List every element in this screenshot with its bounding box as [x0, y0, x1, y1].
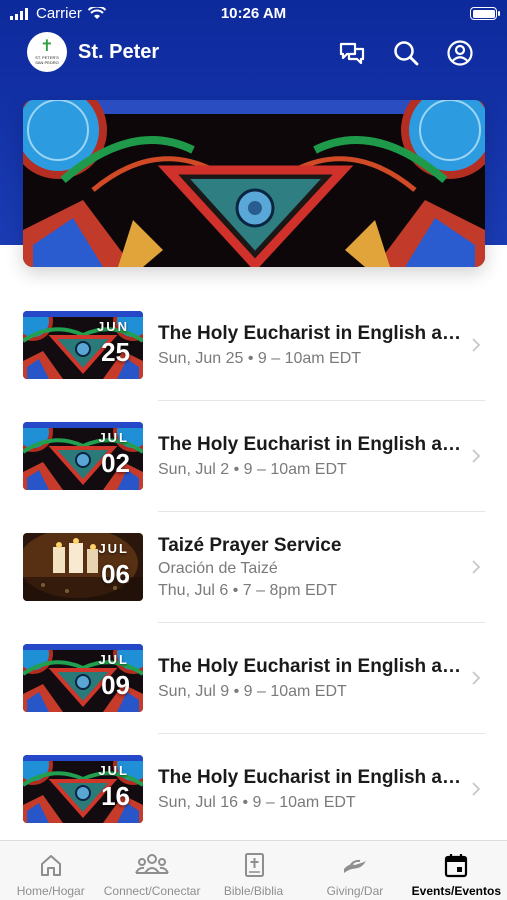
tab-giving[interactable]: Giving/Dar — [304, 841, 405, 900]
event-title: Taizé Prayer Service — [158, 535, 342, 556]
chat-bubbles-icon[interactable] — [337, 38, 367, 68]
home-icon — [40, 855, 61, 876]
profile-icon[interactable] — [445, 38, 475, 68]
event-title: The Holy Eucharist in English and Spanis… — [158, 323, 467, 344]
event-month: JUL — [98, 763, 129, 778]
event-text: The Holy Eucharist in English and Spanis… — [158, 623, 467, 734]
event-text: The Holy Eucharist in English and Spanis… — [158, 290, 467, 401]
event-row[interactable]: JUL 16 The Holy Eucharist in English and… — [0, 734, 507, 845]
app-title: St. Peter — [78, 41, 160, 63]
status-bar: Carrier 10:26 AM — [0, 0, 507, 28]
app-header: ✝ ST. PETER'S SAN PEDRO St. Peter — [0, 30, 507, 76]
status-time: 10:26 AM — [220, 5, 287, 22]
event-subtitle: Oración de Taizé — [158, 560, 278, 577]
chevron-right-icon — [472, 782, 481, 796]
event-day: 02 — [101, 448, 130, 478]
hero-image — [23, 100, 485, 267]
giving-hand-icon — [343, 859, 366, 873]
event-title: The Holy Eucharist in English and Spanis… — [158, 434, 467, 455]
event-day: 09 — [101, 670, 130, 700]
event-title: The Holy Eucharist in English and Spanis… — [158, 767, 467, 788]
tab-label: Connect/Conectar — [103, 884, 201, 898]
chevron-right-icon — [472, 338, 481, 352]
event-day: 16 — [101, 781, 130, 811]
bible-icon — [244, 853, 264, 877]
battery-icon — [470, 7, 500, 20]
event-text: Taizé Prayer Service Oración de Taizé Th… — [158, 512, 467, 623]
event-row[interactable]: JUL 06 Taizé Prayer Service Oración de T… — [0, 512, 507, 623]
chevron-right-icon — [472, 671, 481, 685]
event-month: JUL — [98, 652, 129, 667]
event-thumbnail: JUL 02 — [23, 422, 143, 490]
tab-events[interactable]: Events/Eventos — [406, 841, 507, 900]
event-thumbnail: JUL 06 — [23, 533, 143, 601]
event-title: The Holy Eucharist in English and Spanis… — [158, 656, 467, 677]
event-time: Sun, Jul 2 • 9 – 10am EDT — [158, 461, 347, 478]
tab-label: Events/Eventos — [411, 884, 502, 898]
tab-label: Bible/Biblia — [223, 884, 284, 898]
tab-bible[interactable]: Bible/Biblia — [203, 841, 304, 900]
stained-glass-image — [23, 100, 485, 267]
chevron-right-icon — [472, 560, 481, 574]
event-thumbnail: JUN 25 — [23, 311, 143, 379]
event-month: JUN — [96, 319, 129, 334]
tab-connect[interactable]: Connect/Conectar — [101, 841, 202, 900]
tab-label: Giving/Dar — [326, 884, 384, 898]
event-row[interactable]: JUL 02 The Holy Eucharist in English and… — [0, 401, 507, 512]
event-month: JUL — [98, 541, 129, 556]
event-thumbnail: JUL 09 — [23, 644, 143, 712]
events-screen: Carrier 10:26 AM ✝ ST. PETER'S SAN PEDRO… — [0, 0, 507, 900]
cross-icon: ✝ — [40, 38, 54, 55]
chevron-right-icon — [472, 449, 481, 463]
tab-home[interactable]: Home/Hogar — [0, 841, 101, 900]
search-icon[interactable] — [391, 38, 421, 68]
event-text: The Holy Eucharist in English and Spanis… — [158, 734, 467, 845]
church-logo[interactable]: ✝ ST. PETER'S SAN PEDRO — [27, 32, 67, 72]
event-day: 25 — [101, 337, 130, 367]
event-text: The Holy Eucharist in English and Spanis… — [158, 401, 467, 512]
event-list: JUN 25 The Holy Eucharist in English and… — [0, 290, 507, 845]
event-row[interactable]: JUL 09 The Holy Eucharist in English and… — [0, 623, 507, 734]
event-time: Sun, Jun 25 • 9 – 10am EDT — [158, 350, 362, 367]
event-time: Sun, Jul 16 • 9 – 10am EDT — [158, 794, 356, 811]
event-row[interactable]: JUN 25 The Holy Eucharist in English and… — [0, 290, 507, 401]
calendar-icon — [445, 854, 468, 878]
tab-bar: Home/Hogar Connect/Conectar Bible/Biblia — [0, 840, 507, 900]
people-icon — [135, 854, 170, 874]
event-time: Sun, Jul 9 • 9 – 10am EDT — [158, 683, 347, 700]
event-time: Thu, Jul 6 • 7 – 8pm EDT — [158, 582, 338, 599]
logo-text: ST. PETER'S SAN PEDRO — [35, 55, 59, 65]
event-day: 06 — [101, 559, 130, 589]
event-month: JUL — [98, 430, 129, 445]
event-thumbnail: JUL 16 — [23, 755, 143, 823]
tab-label: Home/Hogar — [16, 884, 85, 898]
